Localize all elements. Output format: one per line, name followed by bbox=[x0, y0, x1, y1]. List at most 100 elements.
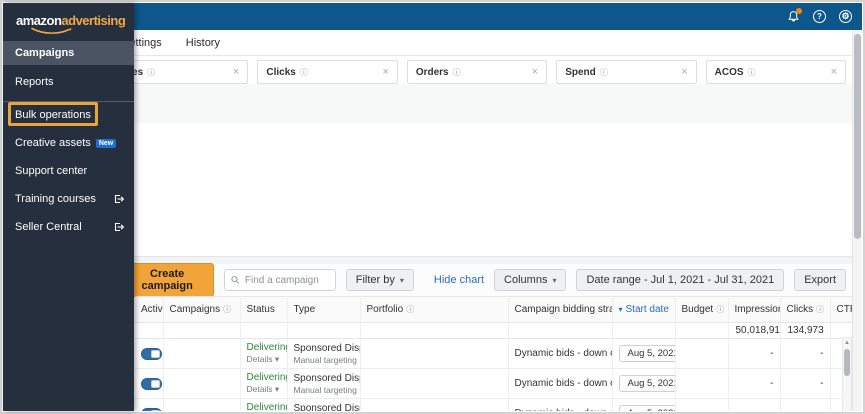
col-header-ctr[interactable]: CTR bbox=[830, 296, 854, 323]
bidding-strategy-cell: Dynamic bids - down only bbox=[508, 338, 613, 369]
bidding-strategy-cell: Dynamic bids - down only bbox=[508, 368, 613, 399]
table-scrollbar-thumb[interactable] bbox=[844, 349, 850, 376]
create-campaign-button[interactable]: Create campaign bbox=[120, 263, 215, 297]
col-header-start-date[interactable]: ▾ Start date bbox=[612, 296, 676, 323]
export-button[interactable]: Export bbox=[794, 269, 846, 291]
info-icon: ⓘ bbox=[716, 305, 725, 314]
col-header-impressions[interactable]: Impressionsⓘ bbox=[728, 296, 781, 323]
budget-cell[interactable] bbox=[675, 338, 729, 369]
info-icon: ⓘ bbox=[599, 67, 608, 77]
col-header-campaigns[interactable]: Campaigns ⓘ bbox=[163, 296, 241, 323]
scroll-up-icon[interactable]: ▲ bbox=[843, 338, 851, 346]
sidebar-item-reports[interactable]: Reports bbox=[3, 71, 134, 93]
toggle-knob bbox=[151, 379, 160, 388]
page-scrollbar-thumb[interactable] bbox=[854, 34, 861, 239]
table-row: DeliveringDetails ▾ Sponsored DisplayMan… bbox=[135, 398, 854, 412]
portfolio-cell bbox=[360, 368, 509, 399]
close-icon[interactable]: × bbox=[831, 67, 837, 78]
notifications-bell-icon[interactable] bbox=[787, 8, 802, 23]
budget-cell[interactable] bbox=[675, 368, 729, 399]
start-date-field[interactable]: Aug 5, 2021 bbox=[618, 375, 674, 392]
page-scrollbar[interactable] bbox=[852, 30, 862, 411]
metric-label: Spend bbox=[565, 66, 596, 78]
new-badge: New bbox=[95, 139, 117, 148]
total-clicks: 134,973 bbox=[780, 322, 831, 339]
sidebar-item-seller-central[interactable]: Seller Central bbox=[3, 216, 134, 238]
active-toggle[interactable] bbox=[141, 377, 162, 390]
campaigns-table: Active Campaignsⓘ Status Type Portfolioⓘ… bbox=[135, 296, 854, 411]
impressions-cell: - bbox=[728, 368, 781, 399]
metric-card-acos[interactable]: ACOS ⓘ × bbox=[705, 60, 847, 84]
chevron-down-icon: ▾ bbox=[274, 384, 280, 394]
date-range-button[interactable]: Date range - Jul 1, 2021 - Jul 31, 2021 bbox=[576, 269, 785, 291]
start-date-field[interactable]: Aug 5, 2021 bbox=[618, 345, 674, 362]
sidebar-item-creative-assets[interactable]: Creative assets New bbox=[3, 132, 134, 154]
portfolio-cell bbox=[360, 398, 509, 411]
table-row: DeliveringDetails ▾ Sponsored DisplayMan… bbox=[135, 368, 854, 399]
status-badge: Delivering bbox=[246, 372, 287, 383]
campaign-name-cell[interactable] bbox=[163, 368, 241, 399]
hide-chart-link[interactable]: Hide chart bbox=[434, 274, 484, 286]
info-icon: ⓘ bbox=[816, 305, 825, 314]
total-impressions: 50,018,916 bbox=[728, 322, 781, 339]
close-icon[interactable]: × bbox=[681, 67, 687, 78]
columns-button[interactable]: Columns ▾ bbox=[494, 269, 567, 291]
metric-label: Orders bbox=[415, 66, 449, 78]
info-icon: ⓘ bbox=[406, 305, 415, 314]
campaign-name-cell[interactable] bbox=[163, 338, 241, 369]
table-scrollbar[interactable]: ▲ bbox=[842, 337, 852, 411]
close-icon[interactable]: × bbox=[382, 67, 388, 78]
portfolio-cell bbox=[360, 338, 509, 369]
impressions-cell: - bbox=[728, 338, 781, 369]
metric-card-orders[interactable]: Orders ⓘ × bbox=[406, 60, 548, 84]
search-icon bbox=[231, 276, 240, 284]
sidebar-item-training-courses[interactable]: Training courses bbox=[3, 188, 134, 210]
sidebar-nav: Campaigns Reports Bulk operations Creati… bbox=[3, 41, 134, 238]
col-header-type[interactable]: Type bbox=[287, 296, 361, 323]
amazon-smile-icon bbox=[31, 27, 72, 34]
metric-card-clicks[interactable]: Clicks ⓘ × bbox=[257, 60, 398, 84]
external-link-icon bbox=[114, 194, 124, 204]
campaign-search[interactable] bbox=[224, 269, 336, 291]
search-input[interactable] bbox=[244, 274, 329, 286]
active-toggle[interactable] bbox=[141, 347, 162, 360]
tab-history[interactable]: History bbox=[186, 37, 220, 49]
settings-gear-icon[interactable]: ⚙ bbox=[839, 10, 852, 23]
sidebar-item-campaigns[interactable]: Campaigns bbox=[3, 41, 134, 65]
totals-row: 50,018,916 134,973 bbox=[135, 322, 854, 339]
filter-by-button[interactable]: Filter by ▾ bbox=[345, 269, 414, 291]
help-icon[interactable]: ? bbox=[813, 10, 826, 23]
close-icon[interactable]: × bbox=[532, 67, 538, 78]
sidebar-item-support-center[interactable]: Support center bbox=[3, 160, 134, 182]
start-date-field[interactable]: Aug 5, 2021 bbox=[618, 405, 674, 411]
metric-label: ACOS bbox=[714, 66, 744, 78]
col-header-bidding-strategy[interactable]: Campaign bidding strategyⓘ bbox=[508, 296, 613, 323]
status-badge: Delivering bbox=[246, 402, 287, 411]
col-header-portfolio[interactable]: Portfolio ⓘ bbox=[360, 296, 509, 323]
chevron-down-icon: ▾ bbox=[274, 354, 280, 364]
amazon-advertising-logo: amazonadvertising bbox=[3, 3, 134, 36]
campaign-targeting: Manual targeting bbox=[293, 384, 357, 395]
metric-label: Clicks bbox=[266, 66, 296, 78]
col-header-status[interactable]: Status bbox=[240, 296, 288, 323]
active-toggle[interactable] bbox=[141, 407, 162, 411]
info-icon: ⓘ bbox=[147, 67, 156, 77]
col-header-clicks[interactable]: Clicks ⓘ bbox=[780, 296, 831, 323]
budget-cell[interactable] bbox=[675, 398, 729, 411]
info-icon: ⓘ bbox=[452, 67, 461, 77]
campaign-type: Sponsored Display bbox=[293, 402, 360, 412]
metric-card-spend[interactable]: Spend ⓘ × bbox=[556, 60, 697, 84]
close-icon[interactable]: × bbox=[233, 67, 239, 78]
campaign-targeting: Manual targeting bbox=[293, 354, 357, 365]
sort-desc-icon: ▾ bbox=[618, 305, 623, 314]
campaign-name-cell[interactable] bbox=[163, 398, 241, 411]
table-header-row: Active Campaignsⓘ Status Type Portfolioⓘ… bbox=[135, 296, 854, 323]
col-header-budget[interactable]: Budget ⓘ bbox=[675, 296, 729, 323]
details-link[interactable]: Details ▾ bbox=[247, 384, 281, 395]
chevron-down-icon: ▾ bbox=[552, 276, 557, 285]
sidebar-item-bulk-operations[interactable]: Bulk operations bbox=[3, 102, 134, 126]
col-header-active[interactable]: Active bbox=[135, 296, 164, 323]
details-link[interactable]: Details ▾ bbox=[247, 354, 281, 365]
status-badge: Delivering bbox=[246, 342, 287, 353]
table-row: DeliveringDetails ▾ Sponsored DisplayMan… bbox=[135, 338, 854, 369]
